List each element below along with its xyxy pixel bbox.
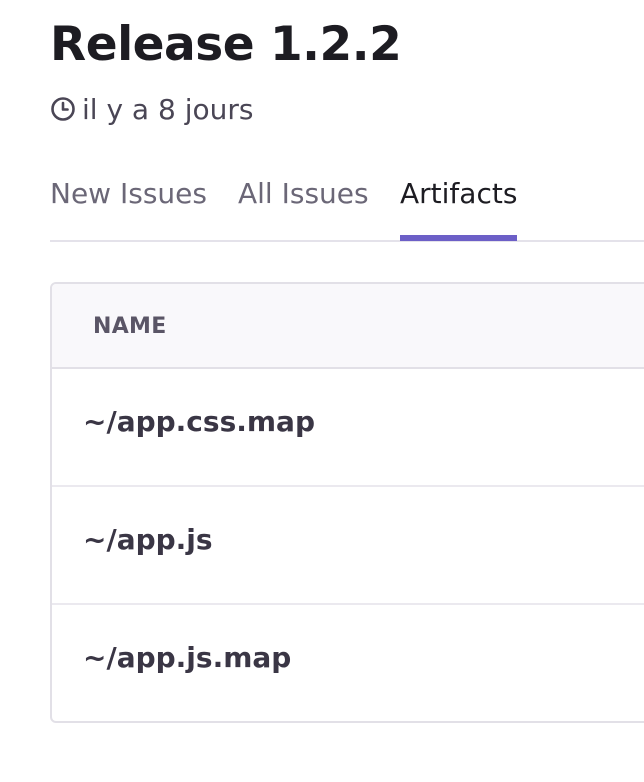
tab-new-issues[interactable]: New Issues	[50, 172, 207, 240]
release-page: Release 1.2.2 il y a 8 jours New Issues …	[0, 0, 644, 782]
release-tabs: New Issues All Issues Artifacts	[50, 172, 644, 242]
tab-all-issues[interactable]: All Issues	[238, 172, 369, 240]
artifact-name[interactable]: ~/app.js.map	[83, 641, 291, 674]
table-header: NAME	[52, 284, 644, 369]
table-row[interactable]: ~/app.css.map	[52, 369, 644, 487]
tab-artifacts[interactable]: Artifacts	[400, 172, 518, 241]
artifacts-table: NAME ~/app.css.map ~/app.js ~/app.js.map	[50, 282, 644, 723]
page-title: Release 1.2.2	[50, 17, 402, 72]
artifact-name[interactable]: ~/app.css.map	[83, 405, 315, 438]
tab-artifacts-label: Artifacts	[400, 177, 518, 210]
column-header-name[interactable]: NAME	[93, 314, 167, 339]
clock-icon	[50, 96, 76, 122]
active-tab-indicator	[400, 235, 518, 241]
time-ago-text: il y a 8 jours	[82, 92, 254, 126]
release-time: il y a 8 jours	[50, 90, 253, 128]
table-row[interactable]: ~/app.js	[52, 487, 644, 605]
artifact-name[interactable]: ~/app.js	[83, 523, 213, 556]
table-row[interactable]: ~/app.js.map	[52, 605, 644, 721]
